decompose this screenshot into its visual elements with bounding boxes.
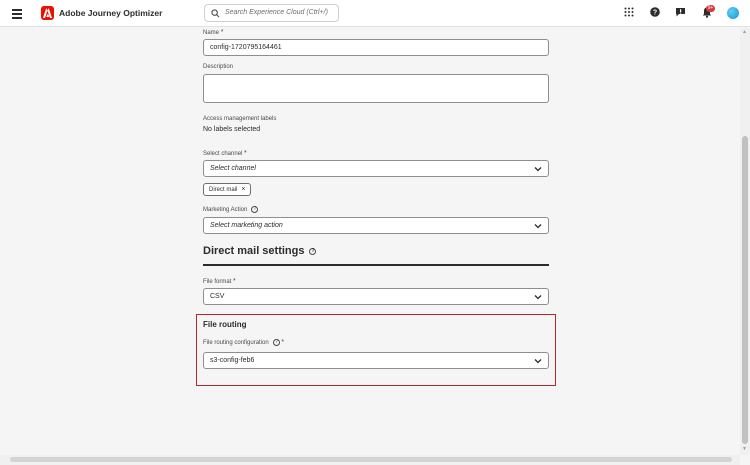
help-circle-icon[interactable]: ? (251, 206, 259, 213)
app-title: Adobe Journey Optimizer (59, 8, 163, 18)
direct-mail-settings-title: Direct mail settings? (203, 245, 317, 257)
file-routing-title: File routing (203, 320, 247, 329)
channel-select[interactable]: Select channel (203, 160, 549, 177)
scroll-up-icon[interactable]: ▲ (742, 29, 747, 35)
feedback-icon[interactable] (675, 7, 686, 17)
horizontal-scroll-thumb[interactable] (10, 457, 732, 462)
channel-tag-direct-mail[interactable]: Direct mail × (203, 183, 252, 196)
remove-tag-icon[interactable]: × (241, 186, 245, 193)
help-circle-icon[interactable]: ? (272, 339, 280, 346)
name-value: config-1720795164461 (210, 44, 282, 51)
file-routing-highlight (196, 314, 556, 386)
vertical-scroll-thumb[interactable] (742, 136, 748, 444)
file-routing-config-select[interactable]: s3-config-feb6 (203, 352, 549, 369)
help-circle-icon[interactable]: ? (309, 247, 317, 255)
marketing-action-placeholder: Select marketing action (210, 222, 283, 229)
apps-grid-icon[interactable] (624, 7, 634, 17)
search-icon (211, 9, 220, 18)
chevron-down-icon (534, 224, 542, 229)
access-labels-value: No labels selected (203, 126, 261, 133)
file-routing-config-label: File routing configuration? * (203, 339, 285, 347)
chevron-down-icon (534, 359, 542, 364)
name-field[interactable]: config-1720795164461 (203, 39, 549, 56)
description-field[interactable] (203, 74, 549, 103)
channel-tag-label: Direct mail (209, 187, 238, 193)
search-input[interactable]: Search Experience Cloud (Ctrl+/) (204, 4, 339, 22)
top-header: Adobe Journey Optimizer Search Experienc… (0, 0, 750, 27)
scroll-down-icon[interactable]: ▼ (742, 446, 747, 452)
help-icon[interactable]: ? (650, 7, 660, 17)
file-format-label: File format * (203, 278, 236, 285)
section-divider (203, 264, 549, 266)
access-labels-label: Access management labels (203, 116, 277, 122)
marketing-action-select[interactable]: Select marketing action (203, 217, 549, 234)
description-label: Description (203, 64, 234, 70)
file-format-select[interactable]: CSV (203, 288, 549, 305)
user-avatar[interactable] (727, 7, 739, 19)
search-placeholder: Search Experience Cloud (Ctrl+/) (225, 9, 328, 16)
chevron-down-icon (534, 295, 542, 300)
channel-label: Select channel * (203, 150, 247, 157)
menu-icon[interactable] (12, 9, 22, 19)
name-label: Name * (203, 29, 224, 36)
notification-badge: 9+ (706, 5, 715, 12)
chevron-down-icon (534, 167, 542, 172)
adobe-logo-icon (41, 6, 54, 20)
svg-text:?: ? (653, 10, 657, 17)
file-format-value: CSV (210, 293, 225, 300)
marketing-action-label: Marketing Action? (203, 206, 259, 213)
file-routing-config-value: s3-config-feb6 (210, 357, 255, 364)
channel-placeholder: Select channel (210, 165, 256, 172)
